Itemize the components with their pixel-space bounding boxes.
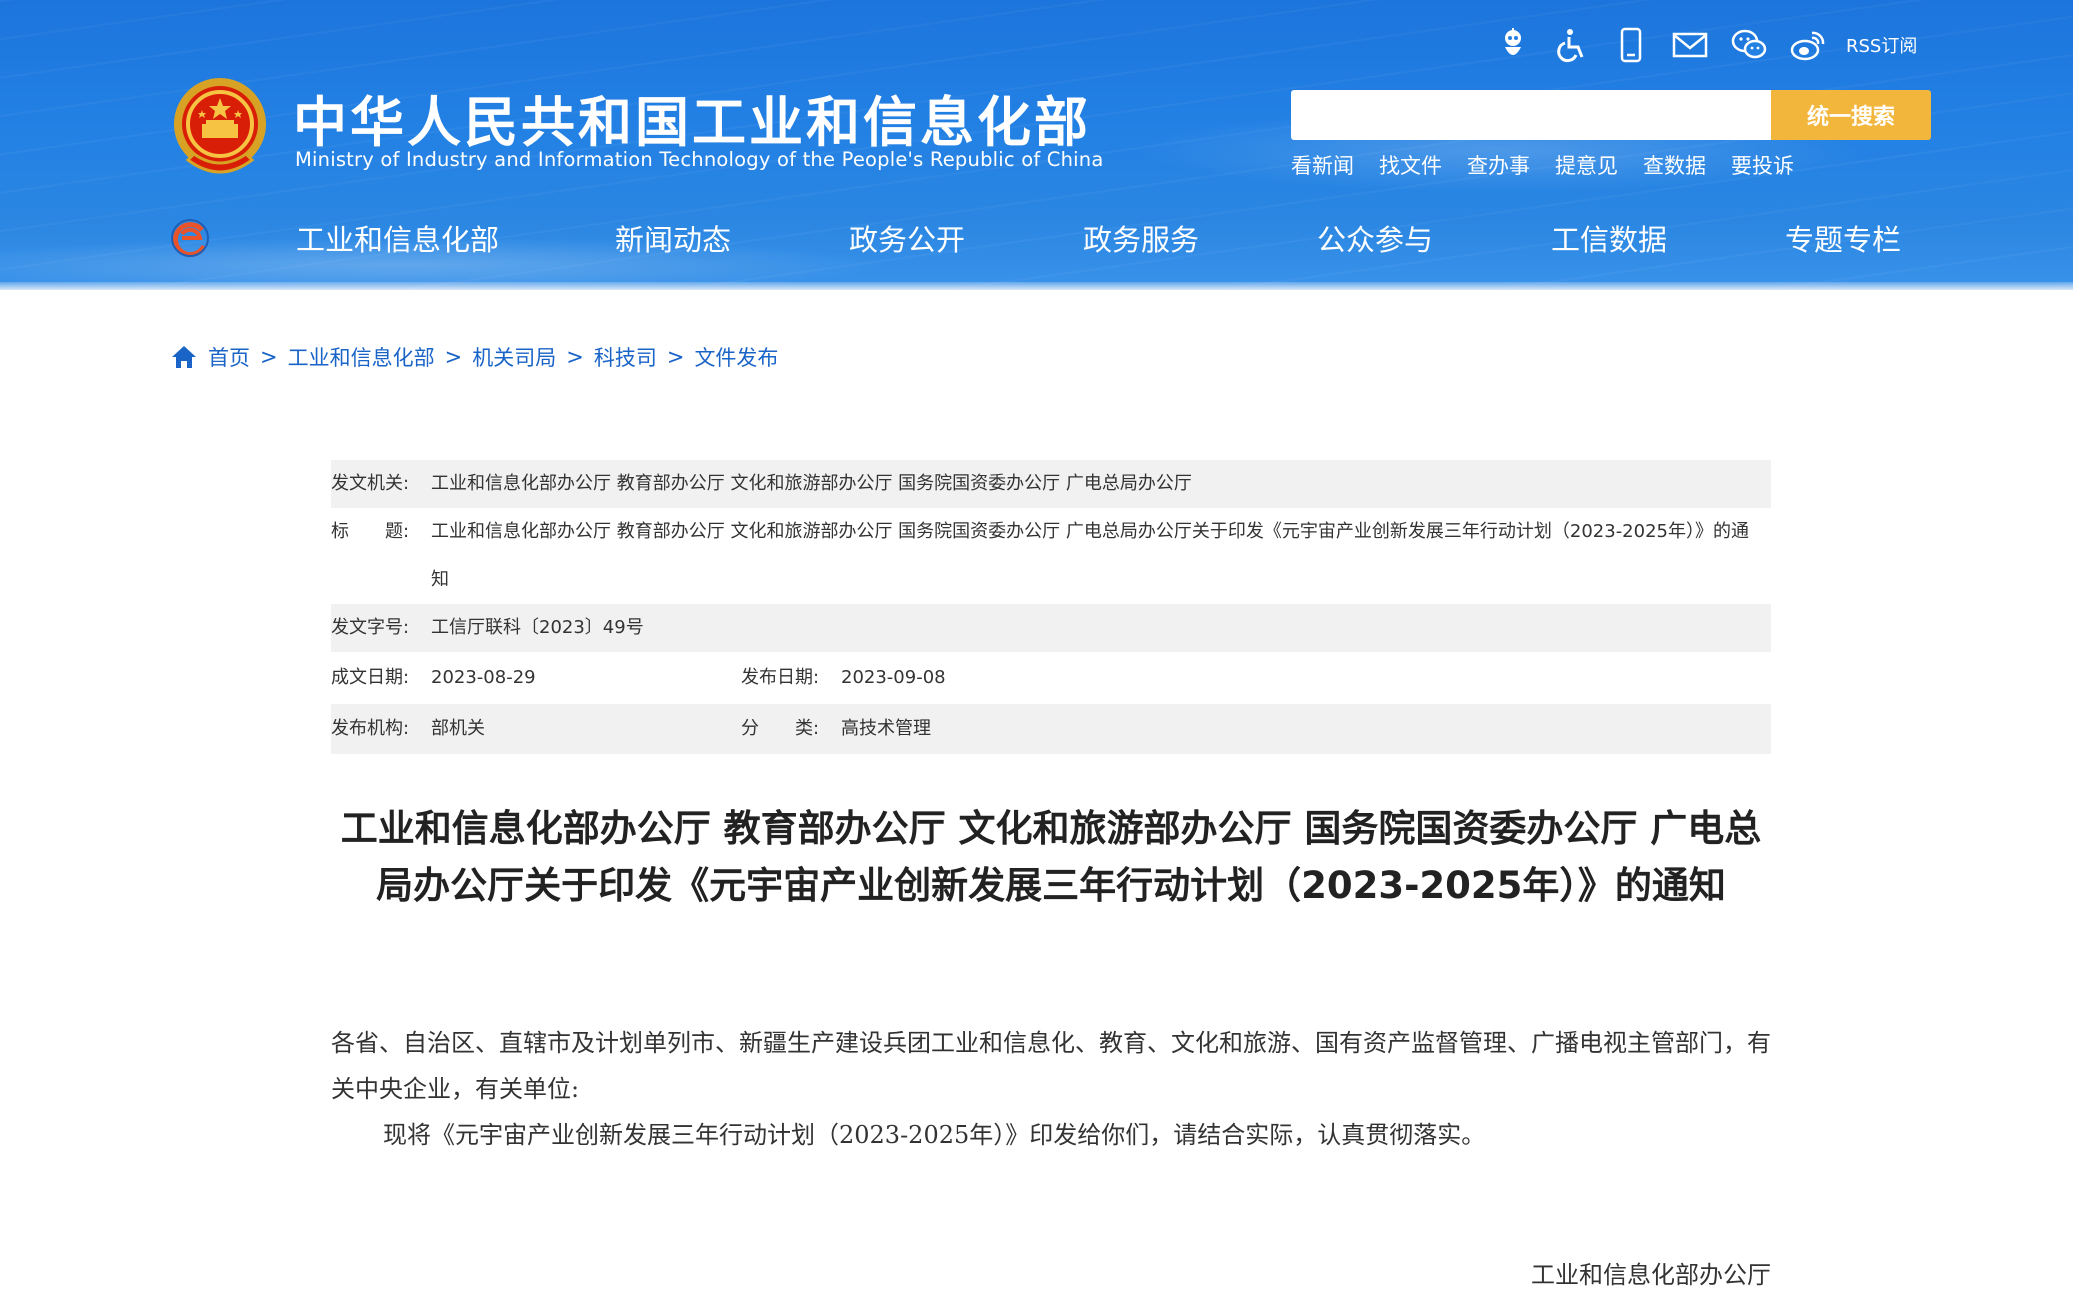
- meta-row-title: 标 题: 工业和信息化部办公厅 教育部办公厅 文化和旅游部办公厅 国务院国资委办…: [331, 508, 1771, 604]
- meta-category: 高技术管理: [841, 718, 931, 739]
- robot-icon[interactable]: [1490, 22, 1536, 68]
- breadcrumb-departments[interactable]: 机关司局: [472, 342, 556, 372]
- search-input[interactable]: [1291, 90, 1771, 140]
- mobile-icon[interactable]: [1608, 22, 1654, 68]
- article-body: 各省、自治区、直辖市及计划单列市、新疆生产建设兵团工业和信息化、教育、文化和旅游…: [331, 1020, 1771, 1158]
- site-title[interactable]: 中华人民共和国工业和信息化部: [293, 78, 1091, 157]
- breadcrumb-separator: >: [444, 345, 463, 369]
- rss-link[interactable]: RSS订阅: [1846, 32, 1917, 58]
- article-title: 工业和信息化部办公厅 教育部办公厅 文化和旅游部办公厅 国务院国资委办公厅 广电…: [340, 807, 1762, 907]
- meta-row-publisher: 发布机构: 部机关 分 类: 高技术管理: [331, 704, 1771, 754]
- meta-row-issuer: 发文机关: 工业和信息化部办公厅 教育部办公厅 文化和旅游部办公厅 国务院国资委…: [331, 460, 1771, 508]
- nav-gov-services[interactable]: 政务服务: [1083, 217, 1199, 259]
- article-salutation: 各省、自治区、直辖市及计划单列市、新疆生产建设兵团工业和信息化、教育、文化和旅游…: [331, 1029, 1771, 1103]
- nav-gov-affairs[interactable]: 政务公开: [849, 217, 965, 259]
- meta-label: 发文机关:: [331, 473, 410, 494]
- breadcrumb-miit[interactable]: 工业和信息化部: [288, 342, 435, 372]
- meta-label: 发文字号:: [331, 617, 410, 638]
- quick-link-files[interactable]: 找文件: [1379, 150, 1442, 180]
- breadcrumb-separator: >: [666, 345, 685, 369]
- meta-written-date: 2023-08-29: [431, 667, 536, 688]
- breadcrumb: 首页 > 工业和信息化部 > 机关司局 > 科技司 > 文件发布: [170, 342, 778, 372]
- meta-label: 发布日期:: [741, 667, 820, 688]
- meta-row-doc-number: 发文字号: 工信厅联科〔2023〕49号: [331, 604, 1771, 652]
- mail-icon[interactable]: [1667, 22, 1713, 68]
- breadcrumb-science-tech[interactable]: 科技司: [594, 342, 657, 372]
- nav-news[interactable]: 新闻动态: [615, 217, 731, 259]
- quick-link-data[interactable]: 查数据: [1643, 150, 1706, 180]
- search-button[interactable]: 统一搜索: [1771, 90, 1931, 140]
- breadcrumb-separator: >: [566, 345, 584, 369]
- meta-label: 成文日期:: [331, 667, 410, 688]
- quick-links: 看新闻 找文件 查办事 提意见 查数据 要投诉: [1291, 150, 1819, 180]
- article-paragraph: 现将《元宇宙产业创新发展三年行动计划（2023-2025年）》印发给你们，请结合…: [383, 1121, 1486, 1149]
- wechat-icon[interactable]: [1726, 22, 1772, 68]
- meta-label: 发布机构:: [331, 718, 410, 739]
- meta-cell-publish-date: 发布日期: 2023-09-08: [741, 652, 946, 704]
- meta-publisher: 部机关: [431, 718, 485, 739]
- header-bottom-edge: [0, 282, 2073, 290]
- site-header: 中华人民共和国工业和信息化部 Ministry of Industry and …: [0, 0, 2073, 290]
- main-nav: 工业和信息化部 新闻动态 政务公开 政务服务 公众参与 工信数据 专题专栏: [0, 215, 2073, 265]
- meta-row-dates: 成文日期: 2023-08-29 发布日期: 2023-09-08: [331, 652, 1771, 704]
- home-icon[interactable]: [170, 343, 198, 371]
- nav-data[interactable]: 工信数据: [1551, 217, 1667, 259]
- quick-link-services[interactable]: 查办事: [1467, 150, 1530, 180]
- meta-label: 分 类:: [741, 718, 820, 739]
- breadcrumb-documents[interactable]: 文件发布: [694, 342, 778, 372]
- meta-title: 工业和信息化部办公厅 教育部办公厅 文化和旅游部办公厅 国务院国资委办公厅 广电…: [431, 521, 1749, 590]
- quick-link-complaint[interactable]: 要投诉: [1731, 150, 1794, 180]
- national-emblem-icon[interactable]: [168, 74, 272, 180]
- accessibility-icon[interactable]: [1549, 22, 1595, 68]
- meta-label: 标 题:: [331, 521, 410, 542]
- nav-public-participation[interactable]: 公众参与: [1317, 217, 1433, 259]
- article-signature: 工业和信息化部办公厅: [1531, 1261, 1771, 1289]
- meta-publish-date: 2023-09-08: [841, 667, 946, 688]
- toolbar: RSS订阅: [1490, 22, 1917, 68]
- document-meta-table: 发文机关: 工业和信息化部办公厅 教育部办公厅 文化和旅游部办公厅 国务院国资委…: [331, 460, 1771, 754]
- breadcrumb-home[interactable]: 首页: [208, 342, 250, 372]
- site-subtitle: Ministry of Industry and Information Tec…: [295, 148, 1104, 171]
- nav-topics[interactable]: 专题专栏: [1785, 217, 1901, 259]
- quick-link-news[interactable]: 看新闻: [1291, 150, 1354, 180]
- meta-doc-number: 工信厅联科〔2023〕49号: [431, 617, 644, 638]
- meta-issuer: 工业和信息化部办公厅 教育部办公厅 文化和旅游部办公厅 国务院国资委办公厅 广电…: [431, 473, 1192, 494]
- quick-link-feedback[interactable]: 提意见: [1555, 150, 1618, 180]
- weibo-icon[interactable]: [1785, 22, 1831, 68]
- meta-cell-category: 分 类: 高技术管理: [741, 704, 931, 754]
- breadcrumb-separator: >: [260, 345, 278, 369]
- nav-miit[interactable]: 工业和信息化部: [296, 217, 499, 259]
